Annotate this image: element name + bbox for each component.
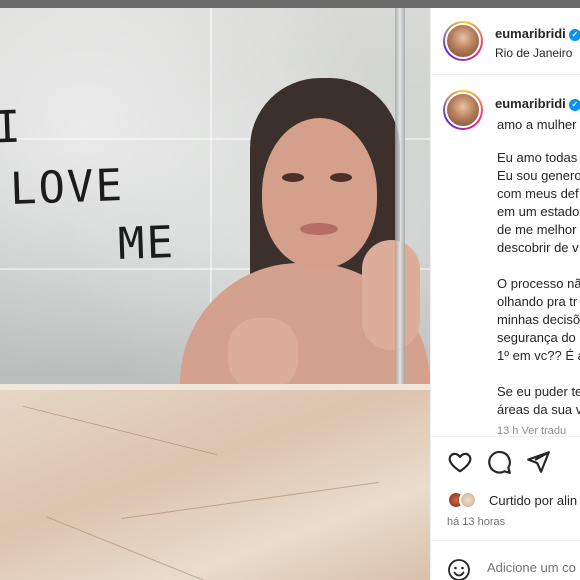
- figure-hand-left: [228, 318, 298, 390]
- verified-badge-icon: ✓: [568, 28, 580, 41]
- post-sidebar: eumaribridi ✓ Rio de Janeiro eumaribridi ✓…: [430, 8, 580, 580]
- caption-line: 1º em vc?? É a: [497, 348, 580, 363]
- caption-line: Eu sou genero: [497, 168, 580, 183]
- author-username[interactable]: eumaribridi: [495, 26, 566, 41]
- caption-line: de me melhor: [497, 222, 577, 237]
- author-avatar[interactable]: [443, 21, 483, 61]
- mirror-text-line3: ME: [117, 217, 176, 270]
- post-time-ago[interactable]: há 13 horas: [447, 516, 505, 528]
- marble-vein: [121, 481, 379, 520]
- caption-line: descobrir de v: [497, 240, 579, 255]
- figure-eye: [282, 173, 304, 182]
- mirror-text-line2: LOVE: [9, 160, 125, 215]
- caption-line: áreas da sua v: [497, 402, 580, 417]
- caption-username-row[interactable]: eumaribridi ✓: [495, 96, 580, 111]
- comment-input[interactable]: [487, 560, 580, 575]
- marble-wall: [0, 384, 430, 580]
- caption-line: Se eu puder te: [497, 384, 580, 399]
- caption-line: minhas decisõ: [497, 312, 580, 327]
- figure-face: [262, 118, 377, 268]
- post-image[interactable]: I LOVE ME: [0, 8, 430, 580]
- avatar-image: [445, 23, 481, 59]
- heart-icon[interactable]: [447, 449, 473, 475]
- liker-avatar: [459, 491, 477, 509]
- post-location[interactable]: Rio de Janeiro: [495, 46, 572, 60]
- avatar-image: [445, 92, 481, 128]
- marble-vein: [46, 516, 214, 580]
- figure-hand-right: [362, 240, 420, 350]
- figure-eye: [330, 173, 352, 182]
- caption-line: Eu amo todas: [497, 150, 578, 165]
- caption-author-avatar[interactable]: [443, 90, 483, 130]
- verified-badge-icon: ✓: [568, 98, 580, 111]
- comment-row: [431, 554, 580, 580]
- caption-first-line: amo a mulher: [497, 117, 577, 132]
- caption-line: O processo nã: [497, 276, 580, 291]
- liked-by-text[interactable]: Curtido por alin: [489, 493, 577, 508]
- caption-line: olhando pra tr: [497, 294, 578, 309]
- caption-line: em um estado: [497, 204, 580, 219]
- comment-icon[interactable]: [486, 449, 512, 475]
- share-icon[interactable]: [525, 449, 551, 475]
- caption-divider: [431, 436, 580, 437]
- caption-line: com meus def: [497, 186, 579, 201]
- marble-vein: [22, 405, 218, 456]
- browser-top-bar: [0, 0, 580, 8]
- header-divider: [431, 74, 580, 75]
- caption-username[interactable]: eumaribridi: [495, 96, 566, 111]
- comment-divider: [431, 540, 580, 541]
- mirror-text-line1: I: [0, 101, 24, 154]
- caption-line: segurança do: [497, 330, 576, 345]
- author-username-row[interactable]: eumaribridi ✓: [495, 26, 580, 41]
- emoji-icon[interactable]: [447, 558, 471, 580]
- figure-lips: [300, 223, 338, 235]
